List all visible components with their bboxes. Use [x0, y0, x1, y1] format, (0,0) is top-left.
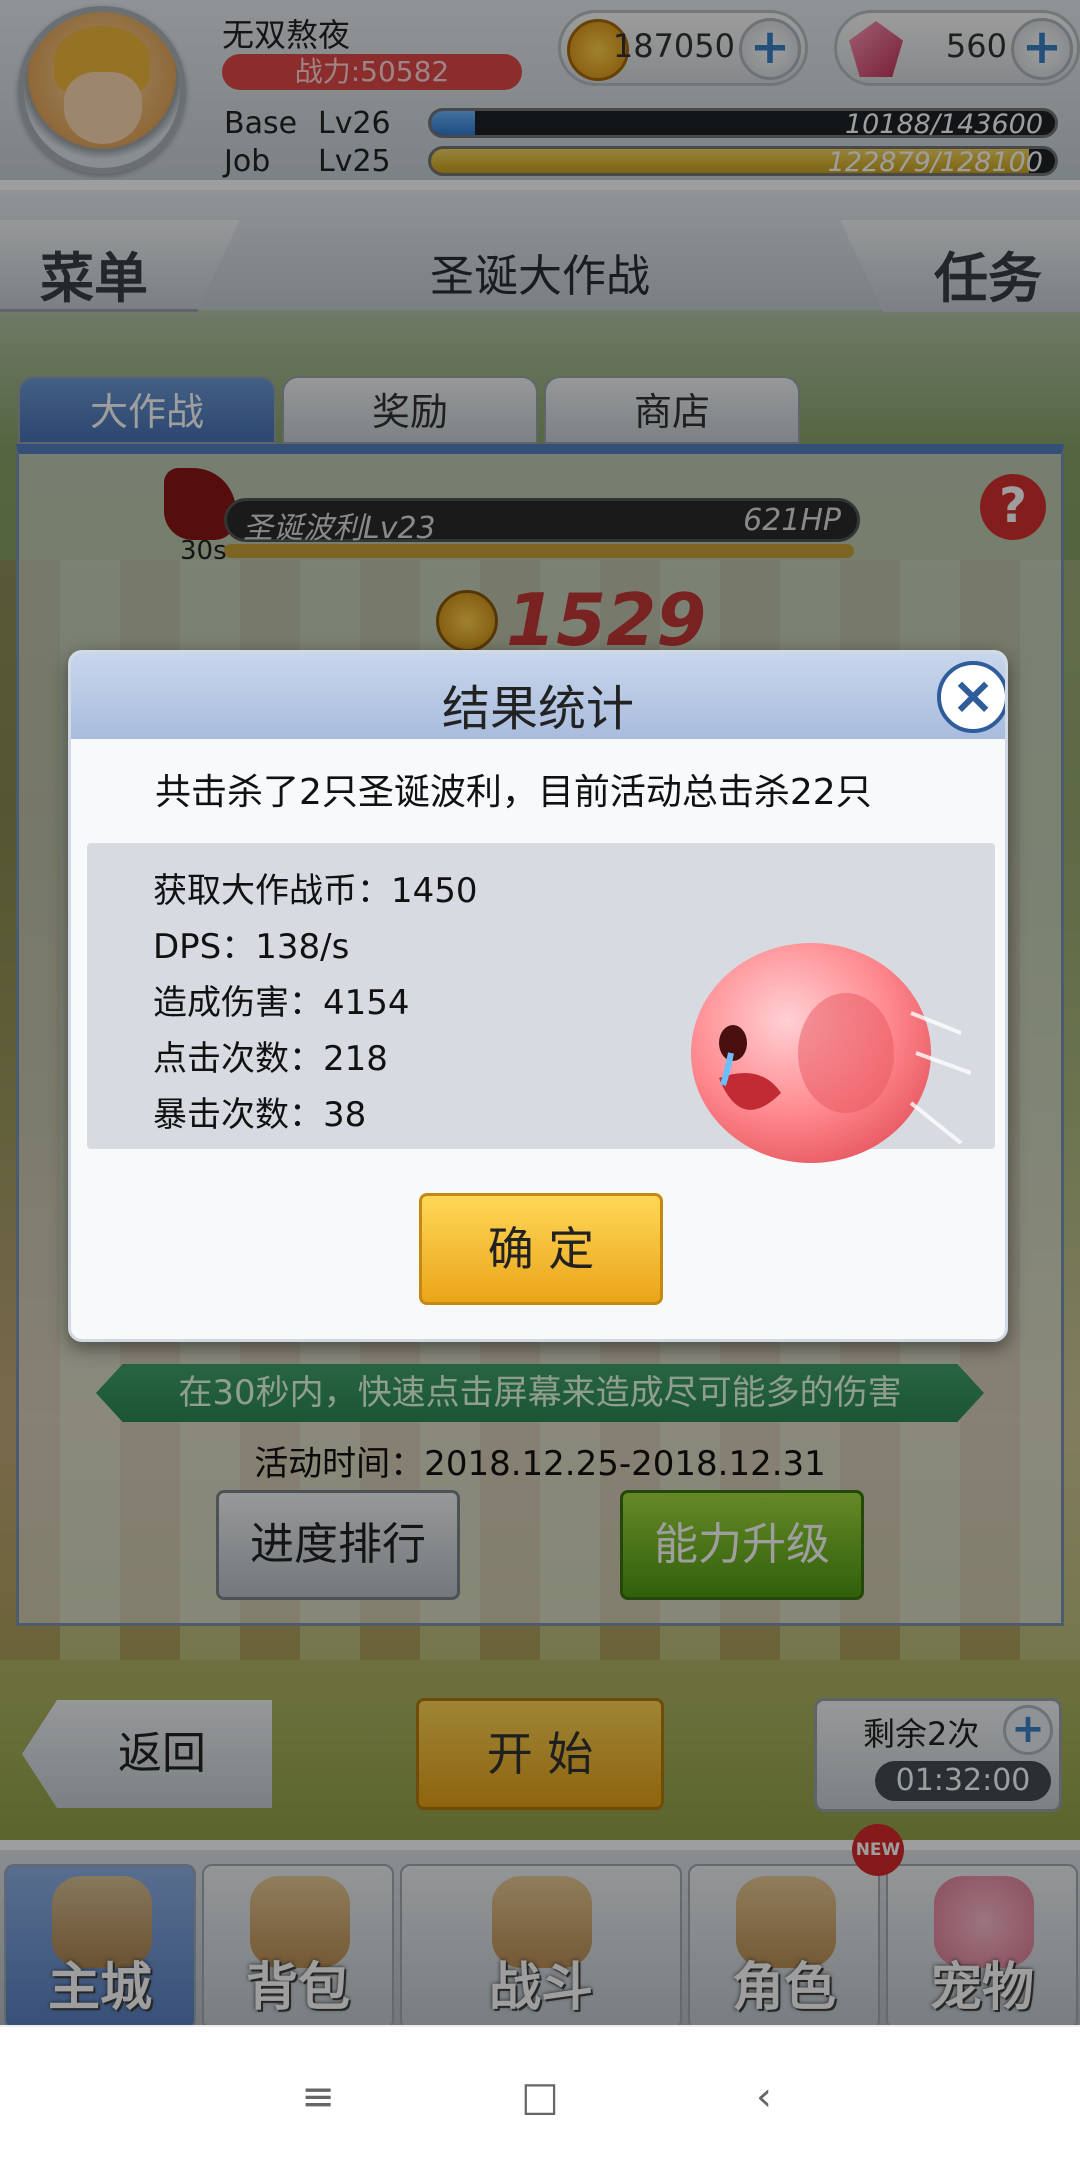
stat-dps: DPS：138/s — [153, 927, 350, 967]
dialog-header: 结果统计 × — [71, 653, 1005, 739]
kill-summary: 共击杀了2只圣诞波利，目前活动总击杀22只 — [155, 772, 872, 813]
dialog-title: 结果统计 — [441, 681, 634, 737]
crying-poring-illustration — [691, 943, 971, 1163]
stat-clicks: 点击次数：218 — [153, 1039, 388, 1079]
system-navigation-bar: ≡ □ ‹ — [0, 2025, 1080, 2160]
stat-damage: 造成伤害：4154 — [153, 983, 410, 1023]
close-icon[interactable]: × — [937, 661, 1005, 733]
back-icon[interactable]: ‹ — [734, 2067, 794, 2127]
result-dialog: 结果统计 × 共击杀了2只圣诞波利，目前活动总击杀22只 获取大作战币：1450… — [68, 650, 1008, 1342]
stat-crits: 暴击次数：38 — [153, 1095, 367, 1135]
menu-icon[interactable]: ≡ — [288, 2067, 348, 2127]
confirm-button[interactable]: 确 定 — [419, 1193, 663, 1305]
home-icon[interactable]: □ — [510, 2067, 570, 2127]
stat-coins-earned: 获取大作战币：1450 — [153, 871, 478, 911]
